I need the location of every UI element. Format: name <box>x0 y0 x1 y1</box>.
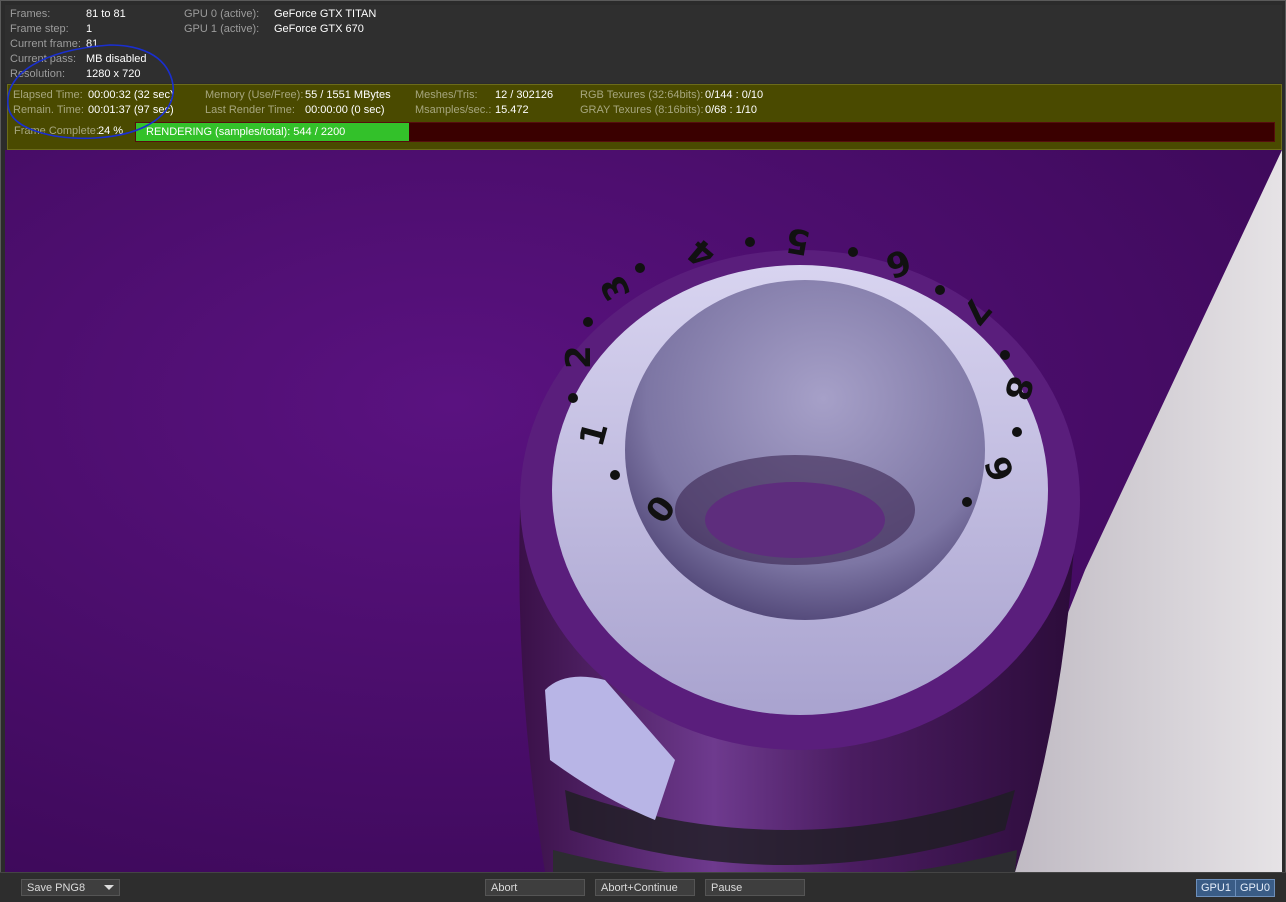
current-frame-label: Current frame: <box>10 38 81 50</box>
remain-label: Remain. Time: <box>13 104 84 116</box>
resolution-value: 1280 x 720 <box>86 68 141 80</box>
render-stats-bar: Elapsed Time: 00:00:32 (32 sec) Remain. … <box>7 84 1282 150</box>
chevron-down-icon <box>104 885 114 890</box>
rgb-textures-label: RGB Texures (32:64bits): <box>580 89 704 101</box>
gpu1-label: GPU 1 (active): <box>184 23 260 35</box>
current-frame-value: 81 <box>86 38 99 50</box>
frames-value: 81 to 81 <box>86 8 126 20</box>
gpu0-toggle[interactable]: GPU0 <box>1235 879 1275 897</box>
render-progress-bar: RENDERING (samples/total): 544 / 2200 <box>135 122 1275 142</box>
frames-label: Frames: <box>10 8 51 20</box>
msamples-value: 15.472 <box>495 104 529 116</box>
current-pass-value: MB disabled <box>86 53 147 65</box>
save-format-dropdown[interactable]: Save PNG8 <box>21 879 120 896</box>
rgb-textures-value: 0/144 : 0/10 <box>705 89 764 101</box>
frame-complete-percent: 24 % <box>98 125 124 137</box>
gpu0-label: GPU 0 (active): <box>184 8 260 20</box>
abort-button[interactable]: Abort <box>485 879 585 896</box>
frame-complete-label: Frame Complete: <box>14 125 99 137</box>
meshes-value: 12 / 302126 <box>495 89 554 101</box>
last-render-value: 00:00:00 (0 sec) <box>305 104 385 116</box>
bottom-toolbar: Save PNG8 Abort Abort+Continue Pause GPU… <box>0 872 1286 902</box>
frame-step-label: Frame step: <box>10 23 69 35</box>
current-pass-label: Current pass: <box>10 53 77 65</box>
resolution-label: Resolution: <box>10 68 66 80</box>
msamples-label: Msamples/sec.: <box>415 104 492 116</box>
memory-value: 55 / 1551 MBytes <box>305 89 391 101</box>
frame-step-value: 1 <box>86 23 93 35</box>
memory-label: Memory (Use/Free): <box>205 89 304 101</box>
meshes-label: Meshes/Tris: <box>415 89 478 101</box>
pause-button[interactable]: Pause <box>705 879 805 896</box>
gpu1-toggle[interactable]: GPU1 <box>1196 879 1236 897</box>
rendered-image: 0 1 2 3 4 5 6 7 8 9 <box>5 150 1282 872</box>
dial-number-2: 2 <box>559 345 599 369</box>
gpu0-name: GeForce GTX TITAN <box>274 8 377 20</box>
render-progress-status: RENDERING (samples/total): 544 / 2200 <box>146 126 346 138</box>
render-viewport: 0 1 2 3 4 5 6 7 8 9 <box>5 150 1282 872</box>
render-info-panel: Frames: 81 to 81 Frame step: 1 Current f… <box>5 5 1282 83</box>
frames-row: Frames: <box>10 8 50 20</box>
gray-textures-value: 0/68 : 1/10 <box>705 104 757 116</box>
save-format-label: Save PNG8 <box>27 882 86 894</box>
gray-textures-label: GRAY Texures (8:16bits): <box>580 104 704 116</box>
abort-continue-button[interactable]: Abort+Continue <box>595 879 695 896</box>
gpu1-name: GeForce GTX 670 <box>274 23 364 35</box>
elapsed-label: Elapsed Time: <box>13 89 83 101</box>
remain-value: 00:01:37 (97 sec) <box>88 104 174 116</box>
last-render-label: Last Render Time: <box>205 104 295 116</box>
elapsed-value: 00:00:32 (32 sec) <box>88 89 174 101</box>
